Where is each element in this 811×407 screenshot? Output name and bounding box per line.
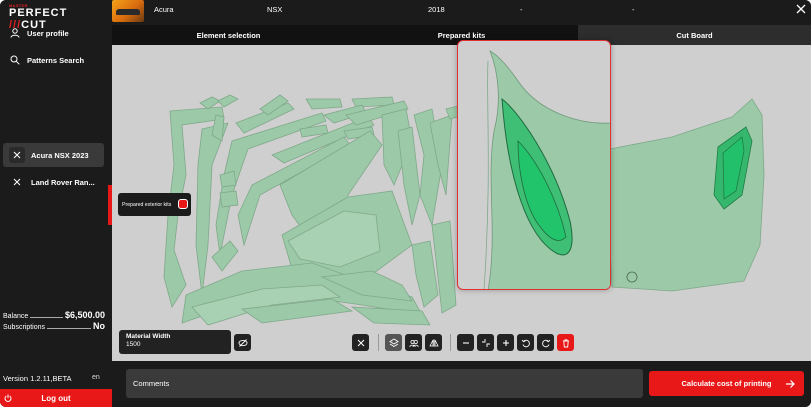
subscriptions-label: Subscriptions <box>3 324 46 331</box>
subscriptions-value: No <box>93 321 105 331</box>
layers-button[interactable] <box>385 334 402 351</box>
zoomed-part-preview <box>483 50 610 289</box>
vehicle-year: 2018 <box>428 5 445 14</box>
user-profile-label: User profile <box>27 28 69 38</box>
close-icon[interactable] <box>796 4 806 14</box>
tooltip-label: Prepared exterior kits <box>122 201 172 208</box>
rotate-right-button[interactable] <box>537 334 554 351</box>
logout-label: Log out <box>41 393 71 403</box>
balance-label: Balance <box>3 313 29 320</box>
material-width-field[interactable]: Material Width 1500 <box>119 330 231 354</box>
toggle-visibility-button[interactable] <box>234 334 251 351</box>
patterns-search-link[interactable]: Patterns Search <box>10 53 84 67</box>
toolbar-divider <box>450 334 451 351</box>
mirror-button[interactable] <box>425 334 442 351</box>
logo: MASTER PERFECT ///CUT <box>9 3 101 31</box>
app-window: MASTER PERFECT ///CUT User profile Patte… <box>0 0 811 407</box>
comments-input[interactable] <box>126 369 643 398</box>
vehicle-tab-acura[interactable]: Acura NSX 2023 <box>3 143 104 167</box>
rotate-left-button[interactable] <box>517 334 534 351</box>
vehicle-tab-label: Land Rover Ran... <box>31 177 95 187</box>
vehicle-field-5: - <box>632 5 635 14</box>
language-selector[interactable]: en <box>92 374 100 381</box>
search-icon <box>10 55 20 65</box>
calculate-cost-button[interactable]: Calculate cost of printing <box>649 371 804 396</box>
close-icon <box>357 339 364 346</box>
group-button[interactable] <box>405 334 422 351</box>
vehicle-make: Acura <box>154 5 174 14</box>
logo-word-perfect: PERFECT <box>9 7 68 19</box>
arrow-right-icon <box>786 380 795 388</box>
material-width-value: 1500 <box>126 341 141 348</box>
dotted-divider <box>47 328 91 329</box>
eye-off-icon <box>238 338 247 347</box>
subscriptions-row: Subscriptions No <box>3 321 105 331</box>
vehicle-tab-land-rover[interactable]: Land Rover Ran... <box>3 170 104 194</box>
power-icon <box>4 394 12 402</box>
zoom-out-button[interactable] <box>457 334 474 351</box>
clear-button[interactable] <box>352 334 369 351</box>
balance-value: $6,500.00 <box>64 310 105 320</box>
tab-cut-board[interactable]: Cut Board <box>578 25 811 45</box>
sidebar: MASTER PERFECT ///CUT User profile Patte… <box>0 0 112 407</box>
vehicle-tab-label: Acura NSX 2023 <box>31 150 89 160</box>
tab-element-selection[interactable]: Element selection <box>112 25 345 45</box>
prepared-kit-indicator[interactable] <box>178 199 188 209</box>
vehicle-thumbnail <box>112 0 144 22</box>
toolbar-divider <box>378 334 379 351</box>
rotate-left-icon <box>521 339 530 347</box>
close-vehicle-icon[interactable] <box>9 147 25 163</box>
minus-icon <box>462 341 469 344</box>
patterns-search-label: Patterns Search <box>27 55 85 65</box>
vehicle-model: NSX <box>267 5 283 14</box>
balance-row: Balance $6,500.00 <box>3 310 105 320</box>
collapse-icon <box>481 338 490 347</box>
vehicle-info-bar: Acura NSX 2018 - - <box>112 0 811 24</box>
material-width-label: Material Width <box>126 333 171 340</box>
trash-icon <box>562 338 569 347</box>
group-icon <box>408 339 419 347</box>
close-vehicle-icon[interactable] <box>9 174 25 190</box>
plus-icon <box>502 339 509 346</box>
zoom-preview-panel <box>457 40 611 290</box>
zoom-in-button[interactable] <box>497 334 514 351</box>
delete-button[interactable] <box>557 334 574 351</box>
version-text: Version 1.2.11,BETA <box>3 374 72 383</box>
user-profile-link[interactable]: User profile <box>10 26 69 40</box>
prepared-kits-tooltip: Prepared exterior kits <box>118 193 191 216</box>
calculate-cost-label: Calculate cost of printing <box>681 379 772 388</box>
logout-button[interactable]: Log out <box>0 389 112 407</box>
vehicle-field-4: - <box>520 5 523 14</box>
mirror-icon <box>428 338 439 347</box>
fit-to-screen-button[interactable] <box>477 334 494 351</box>
layers-icon <box>388 337 399 347</box>
dotted-divider <box>30 317 63 318</box>
rotate-right-icon <box>541 339 550 347</box>
user-icon <box>10 28 20 38</box>
